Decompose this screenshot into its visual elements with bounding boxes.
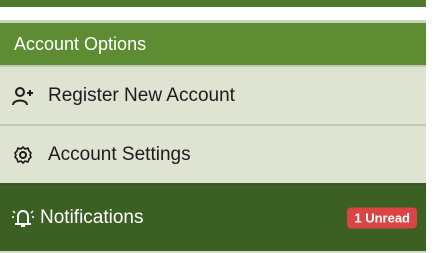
- top-accent-bar: [0, 0, 426, 7]
- menu-item-account-settings[interactable]: Account Settings: [0, 124, 426, 183]
- gear-icon: [12, 144, 34, 166]
- menu-item-label: Notifications: [40, 207, 144, 228]
- menu-item-register[interactable]: Register New Account: [0, 65, 426, 124]
- account-options-panel: Account Options Register New Account Acc…: [0, 20, 426, 253]
- menu-item-notifications[interactable]: Notifications 1 Unread: [0, 183, 426, 251]
- panel-title: Account Options: [14, 33, 147, 54]
- bell-icon: [12, 207, 34, 229]
- menu-item-label: Account Settings: [48, 143, 191, 165]
- menu-item-label: Register New Account: [48, 84, 235, 106]
- add-user-icon: [12, 85, 34, 107]
- panel-header: Account Options: [0, 20, 426, 65]
- unread-badge: 1 Unread: [347, 207, 417, 229]
